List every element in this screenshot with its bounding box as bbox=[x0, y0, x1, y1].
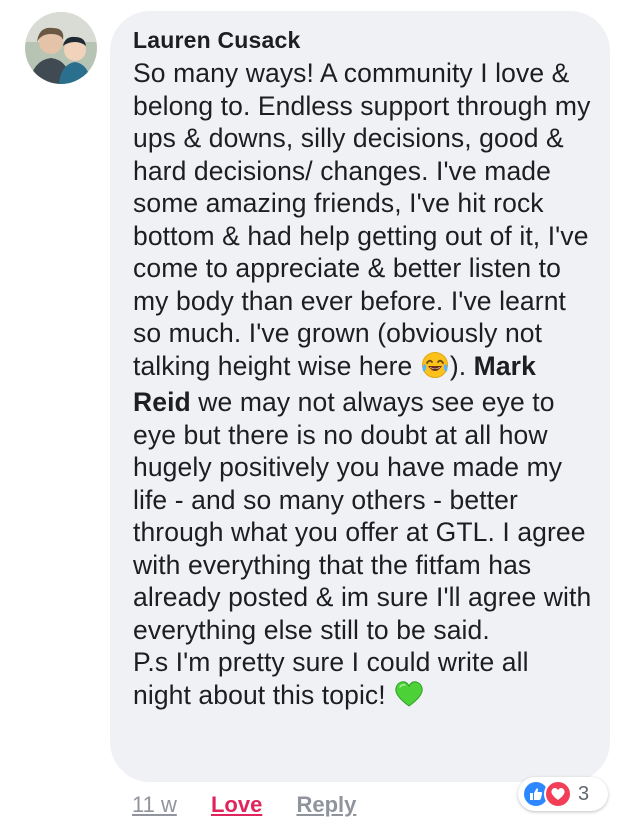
comment-author[interactable]: Lauren Cusack bbox=[133, 25, 592, 55]
comment-text-part1: So many ways! A community I love & belon… bbox=[133, 58, 591, 381]
reactions-summary[interactable]: 3 bbox=[518, 777, 608, 811]
green-heart-emoji-icon bbox=[394, 680, 424, 716]
comment: Lauren Cusack So many ways! A community … bbox=[0, 0, 640, 833]
comment-actions: 11 w Love Reply bbox=[132, 790, 384, 820]
avatar[interactable] bbox=[25, 12, 97, 84]
comment-bubble: Lauren Cusack So many ways! A community … bbox=[110, 11, 610, 782]
comment-text-part2: ). bbox=[449, 350, 474, 381]
avatar-photo bbox=[25, 12, 97, 84]
comment-text-part3: we may not always see eye to eye but the… bbox=[133, 387, 592, 645]
comment-main-paragraph: So many ways! A community I love & belon… bbox=[133, 57, 592, 646]
love-icon bbox=[544, 780, 572, 808]
reaction-count: 3 bbox=[578, 782, 590, 805]
reply-button[interactable]: Reply bbox=[296, 790, 356, 820]
laughing-crying-emoji-icon bbox=[421, 351, 449, 387]
comment-ps-text: P.s I'm pretty sure I could write all ni… bbox=[133, 647, 529, 710]
comment-body: So many ways! A community I love & belon… bbox=[133, 57, 592, 715]
timestamp-link[interactable]: 11 w bbox=[132, 790, 177, 820]
comment-ps-paragraph: P.s I'm pretty sure I could write all ni… bbox=[133, 646, 592, 715]
love-button[interactable]: Love bbox=[211, 790, 262, 820]
